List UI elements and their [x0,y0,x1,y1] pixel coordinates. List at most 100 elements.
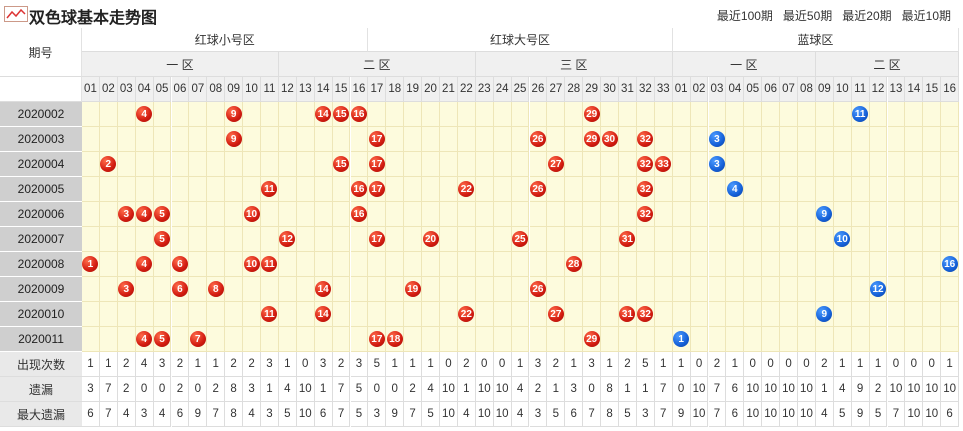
number-cell [153,177,172,202]
trend-chart-icon [4,6,28,22]
number-cell: 17 [368,152,387,177]
red-ball: 32 [637,181,654,197]
stat-value: 5 [619,402,637,427]
number-cell [887,127,906,152]
number-cell: 11 [261,252,279,277]
number-cell [171,177,190,202]
number-cell [565,202,584,227]
number-cell [493,227,512,252]
stat-value: 2 [171,377,190,402]
number-cell [923,327,942,352]
stat-value: 9 [672,402,691,427]
number-cell [869,302,888,327]
stat-value: 0 [887,352,906,377]
red-ball: 26 [529,131,546,147]
period-50-link[interactable]: 最近50期 [783,9,832,23]
red-ball: 33 [655,156,672,172]
red-number-label: 12 [278,77,297,102]
stat-value: 10 [493,377,512,402]
number-cell: 26 [529,277,548,302]
blue-ball: 10 [834,231,851,247]
number-cell: 26 [529,177,548,202]
stat-value: 7 [332,402,351,427]
number-cell [475,102,494,127]
red-number-label: 27 [547,77,566,102]
number-cell [404,327,423,352]
stat-value: 7 [654,402,673,427]
number-cell [744,152,763,177]
number-cell [619,327,637,352]
group-header: 红球小号区 [82,28,369,52]
number-cell [833,277,852,302]
number-cell [923,277,942,302]
blue-ball: 9 [816,306,833,322]
number-cell [547,327,566,352]
number-cell [493,177,512,202]
number-cell [261,327,279,352]
blue-number-label: 15 [923,77,942,102]
number-cell [457,277,476,302]
number-cell [350,152,369,177]
stat-value: 1 [404,352,423,377]
number-cell [189,252,208,277]
red-ball: 16 [350,181,367,197]
stat-value: 3 [261,352,279,377]
number-cell: 29 [583,102,602,127]
number-cell [225,252,244,277]
stat-value: 6 [314,402,333,427]
number-cell [99,252,118,277]
red-number-label: 14 [314,77,333,102]
number-cell [923,202,942,227]
number-cell: 32 [636,177,655,202]
red-ball: 11 [261,256,278,272]
number-cell [941,127,960,152]
stat-value: 1 [511,352,530,377]
stat-value: 6 [171,402,190,427]
number-cell [368,302,387,327]
number-cell [278,202,297,227]
number-cell: 5 [153,327,172,352]
number-cell [762,302,781,327]
stat-value: 1 [672,352,691,377]
red-ball: 11 [261,306,278,322]
period-20-link[interactable]: 最近20期 [842,9,891,23]
number-cell [923,252,942,277]
page-title: 双色球基本走势图 [29,8,158,27]
stat-value: 0 [296,352,315,377]
number-cell [135,177,154,202]
stat-value: 3 [135,402,154,427]
number-cell [225,202,244,227]
red-number-label: 16 [350,77,369,102]
stat-value: 10 [887,377,906,402]
red-ball: 18 [386,331,403,347]
period-10-link[interactable]: 最近10期 [902,9,951,23]
red-number-label: 18 [386,77,405,102]
red-ball: 14 [315,306,332,322]
stat-value: 4 [153,402,172,427]
stat-value: 1 [565,352,584,377]
number-cell [422,252,440,277]
number-cell: 10 [833,227,852,252]
number-cell [296,252,315,277]
stat-value: 1 [726,352,745,377]
number-cell: 11 [851,102,870,127]
red-number-label: 29 [583,77,602,102]
stat-value: 2 [225,352,244,377]
number-cell [82,277,100,302]
number-cell [690,127,709,152]
red-ball: 29 [583,131,600,147]
number-cell [726,102,745,127]
stat-value: 0 [798,352,816,377]
red-ball: 27 [547,156,564,172]
stat-value: 1 [601,352,619,377]
number-cell [690,202,709,227]
period-100-link[interactable]: 最近100期 [717,9,773,23]
zone-header: 三 区 [475,52,673,77]
number-cell [654,302,673,327]
number-cell [99,127,118,152]
blue-number-label: 05 [744,77,763,102]
number-cell [726,277,745,302]
number-cell [654,252,673,277]
number-cell [690,277,709,302]
number-cell [887,252,906,277]
